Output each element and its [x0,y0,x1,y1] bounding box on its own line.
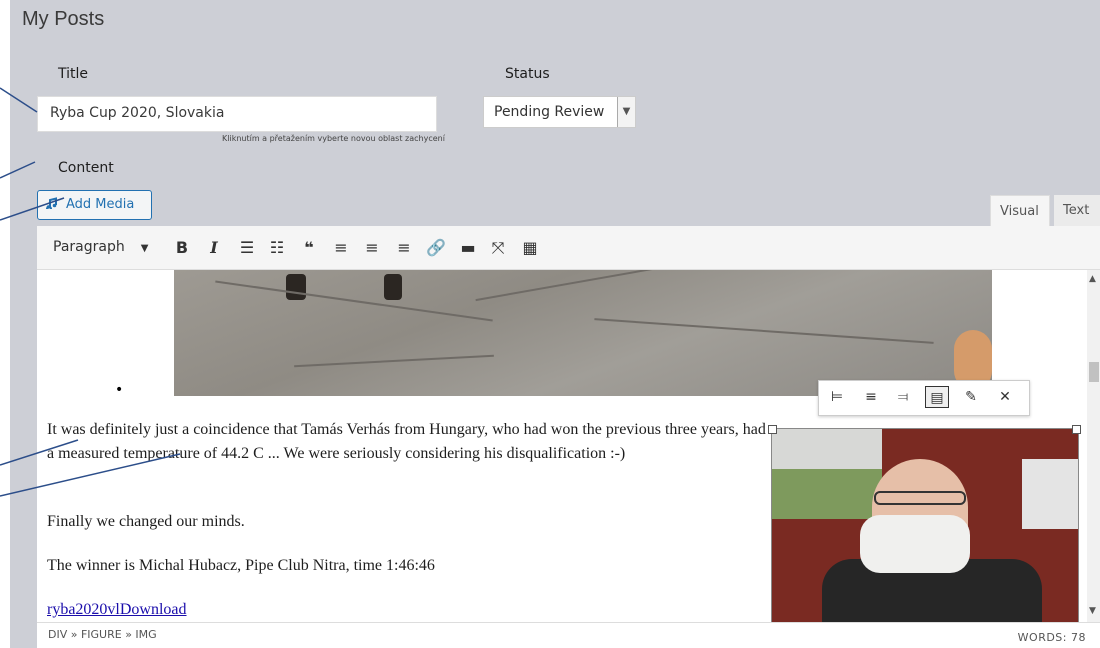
annotation-arrow [0,197,65,221]
annotation-arrow [0,453,181,497]
annotation-arrow [0,161,36,179]
annotation-arrows [0,87,181,497]
annotation-arrow [0,87,38,113]
annotation-arrow [0,439,79,466]
